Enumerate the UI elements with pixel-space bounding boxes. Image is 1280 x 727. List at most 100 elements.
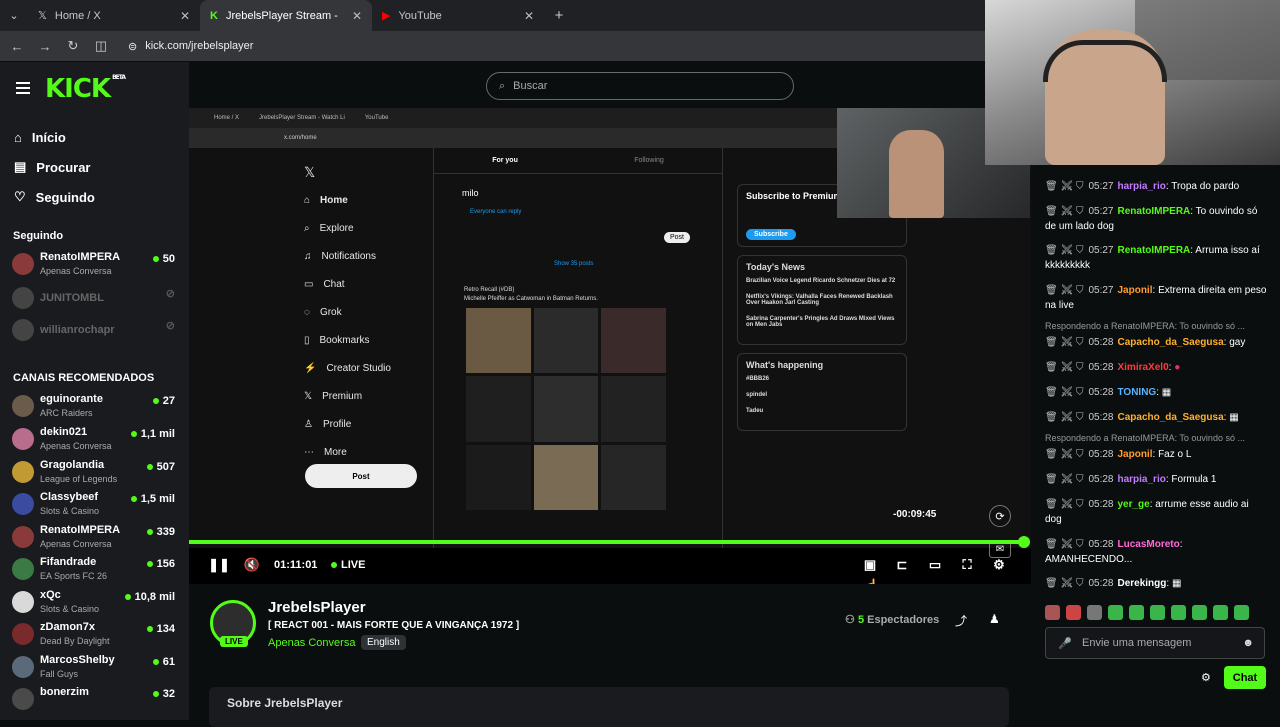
- site-info-icon[interactable]: ⊜: [128, 40, 137, 53]
- emote-icon[interactable]: [1108, 605, 1123, 620]
- send-chat-button[interactable]: Chat: [1224, 666, 1266, 689]
- emote-icon[interactable]: [1087, 605, 1102, 620]
- recommended-channel[interactable]: Gragolandia League of Legends 507: [12, 458, 177, 488]
- fullscreen-icon[interactable]: ⛶: [958, 556, 976, 574]
- avatar: [12, 428, 34, 450]
- chat-message: 🗑 ⚔ ⛉ 05:27 RenatoIMPERA: To ouvindo só de…: [1045, 206, 1258, 232]
- progress-handle[interactable]: [1018, 536, 1030, 548]
- chat-message: 🗑 ⚔ ⛉ 05:28 yer_ge: arrume esse audio ai d…: [1045, 499, 1249, 525]
- bookmark-icon: ▯: [304, 334, 310, 346]
- live-badge: LIVE: [220, 636, 248, 647]
- tab-kick[interactable]: K JrebelsPlayer Stream - Watch Li ✕: [200, 0, 372, 31]
- reload-icon[interactable]: ↻: [66, 38, 80, 54]
- language-tag[interactable]: English: [361, 635, 406, 650]
- clip-icon[interactable]: ⊏: [893, 556, 911, 574]
- menu-icon[interactable]: [16, 82, 30, 97]
- settings-gear-icon[interactable]: ⚙: [990, 556, 1008, 574]
- forward-icon[interactable]: →: [38, 39, 52, 54]
- follow-user-icon[interactable]: ♟: [989, 612, 1000, 626]
- following-channel[interactable]: RenatoIMPERA Apenas Conversa 50: [12, 250, 177, 280]
- recommended-channel[interactable]: dekin021 Apenas Conversa 1,1 mil: [12, 425, 177, 455]
- profile-icon: ♙: [304, 418, 313, 430]
- avatar: [12, 591, 34, 613]
- search-icon: ⌕: [499, 79, 506, 92]
- emoji-icon[interactable]: ☻: [1242, 637, 1254, 649]
- theater-mode-icon[interactable]: ▭: [926, 556, 944, 574]
- avatar: [12, 623, 34, 645]
- emote-icon[interactable]: [1234, 605, 1249, 620]
- emote-icon: ▦: [1229, 412, 1239, 423]
- recommended-heading: CANAIS RECOMENDADOS: [13, 372, 155, 384]
- tab-list-button[interactable]: ⌄: [0, 0, 28, 31]
- progress-bar[interactable]: [189, 540, 1025, 544]
- recommended-channel[interactable]: Classybeef Slots & Casino 1,5 mil: [12, 490, 177, 520]
- recommended-channel[interactable]: Fifandrade EA Sports FC 26 156: [12, 555, 177, 585]
- pause-icon[interactable]: ❚❚: [208, 556, 230, 574]
- kick-logo-icon: K: [210, 9, 218, 22]
- creator-icon: ⚡: [304, 362, 317, 374]
- reply-context: Respondendo a RenatoIMPERA: To ouvindo s…: [1045, 433, 1245, 443]
- recommended-channel[interactable]: eguinorante ARC Raiders 27: [12, 392, 177, 422]
- nav-following[interactable]: ♡ Seguindo: [14, 182, 95, 212]
- new-tab-button[interactable]: +: [544, 0, 574, 31]
- back-icon[interactable]: ←: [10, 39, 24, 54]
- share-icon[interactable]: ⤴: [955, 612, 967, 629]
- stream-category[interactable]: Apenas Conversa: [268, 637, 355, 649]
- search-input[interactable]: ⌕ Buscar: [486, 72, 794, 100]
- chat-message: 🗑 ⚔ ⛉ 05:28 Derekingg: ▦: [1045, 578, 1182, 589]
- tweet-image-grid: [466, 308, 666, 510]
- chat-settings-gear-icon[interactable]: ⚙: [1201, 671, 1211, 684]
- recommended-channel[interactable]: MarcosShelby Fall Guys 61: [12, 653, 177, 683]
- tab-home-x[interactable]: 𝕏 Home / X ✕: [28, 0, 200, 31]
- url-field[interactable]: ⊜ kick.com/jrebelsplayer: [128, 40, 253, 53]
- emote-icon[interactable]: [1213, 605, 1228, 620]
- close-tab-icon[interactable]: ✕: [524, 9, 534, 23]
- emote-icon[interactable]: [1129, 605, 1144, 620]
- facecam-overlay: [985, 0, 1280, 165]
- close-tab-icon[interactable]: ✕: [180, 9, 190, 23]
- avatar: [12, 656, 34, 678]
- x-logo-icon: 𝕏: [304, 163, 316, 180]
- recommended-channel[interactable]: xQc Slots & Casino 10,8 mil: [12, 588, 177, 618]
- emote-icon[interactable]: [1066, 605, 1081, 620]
- nav-browse[interactable]: ▤ Procurar: [14, 152, 95, 182]
- kick-logo[interactable]: KICK BETA: [45, 74, 126, 104]
- following-channel[interactable]: willianrochapr ⊘: [12, 316, 177, 346]
- recommended-channel[interactable]: bonerzim 32: [12, 685, 177, 715]
- pip-icon[interactable]: ▣: [861, 556, 879, 574]
- chat-message: 🗑 ⚔ ⛉ 05:27 RenatoIMPERA: Arruma isso aí k…: [1045, 245, 1260, 271]
- x-logo-icon: 𝕏: [304, 390, 313, 402]
- stream-title: [ REACT 001 - MAIS FORTE QUE A VINGANÇA …: [268, 620, 520, 631]
- following-channel[interactable]: JUNITOMBL ⊘: [12, 284, 177, 314]
- viewers-icon: ⚇: [845, 614, 855, 626]
- time-remaining: -00:09:45: [893, 509, 937, 520]
- avatar: [12, 558, 34, 580]
- player-controls: ❚❚ 🔇 01:11:01 LIVE ▣ ⊏ ▭ ⛶ ⚙: [189, 552, 1031, 578]
- tab-youtube[interactable]: ▶ YouTube ✕: [372, 0, 544, 31]
- chat-message: 🗑 ⚔ ⛉ 05:28 Capacho_da_Saegusa: ▦: [1045, 412, 1239, 423]
- close-tab-icon[interactable]: ✕: [352, 9, 362, 23]
- streamer-name[interactable]: JrebelsPlayer: [268, 599, 366, 616]
- emote-icon[interactable]: [1192, 605, 1207, 620]
- mute-icon[interactable]: 🔇: [243, 556, 261, 574]
- grok-icon: ◌: [304, 306, 310, 318]
- emote-bar: [1045, 605, 1249, 620]
- live-indicator: LIVE: [331, 559, 365, 571]
- youtube-icon: ▶: [382, 10, 391, 22]
- nav-home[interactable]: ⌂ Início: [14, 122, 95, 152]
- chat-input[interactable]: 🎤 Envie uma mensagem ☻: [1045, 627, 1265, 659]
- bell-icon: ♫: [304, 250, 312, 262]
- sidebar-toggle-icon[interactable]: ◫: [94, 38, 108, 54]
- microphone-icon[interactable]: 🎤: [1058, 637, 1072, 650]
- chat-panel: 🗑 ⚔ ⛉ 05:27 harpia_rio: Tropa do pardo 🗑 ⚔…: [1031, 165, 1280, 720]
- reply-context: Respondendo a RenatoIMPERA: To ouvindo s…: [1045, 321, 1245, 331]
- search-icon: ⌕: [304, 222, 310, 234]
- offline-icon: ⊘: [165, 320, 175, 332]
- sync-icon[interactable]: ⟳: [989, 505, 1011, 527]
- recommended-channel[interactable]: zDamon7x Dead By Daylight 134: [12, 620, 177, 650]
- emote-icon[interactable]: [1045, 605, 1060, 620]
- emote-icon[interactable]: [1171, 605, 1186, 620]
- following-heading: Seguindo: [13, 230, 64, 242]
- recommended-channel[interactable]: RenatoIMPERA Apenas Conversa 339: [12, 523, 177, 553]
- emote-icon[interactable]: [1150, 605, 1165, 620]
